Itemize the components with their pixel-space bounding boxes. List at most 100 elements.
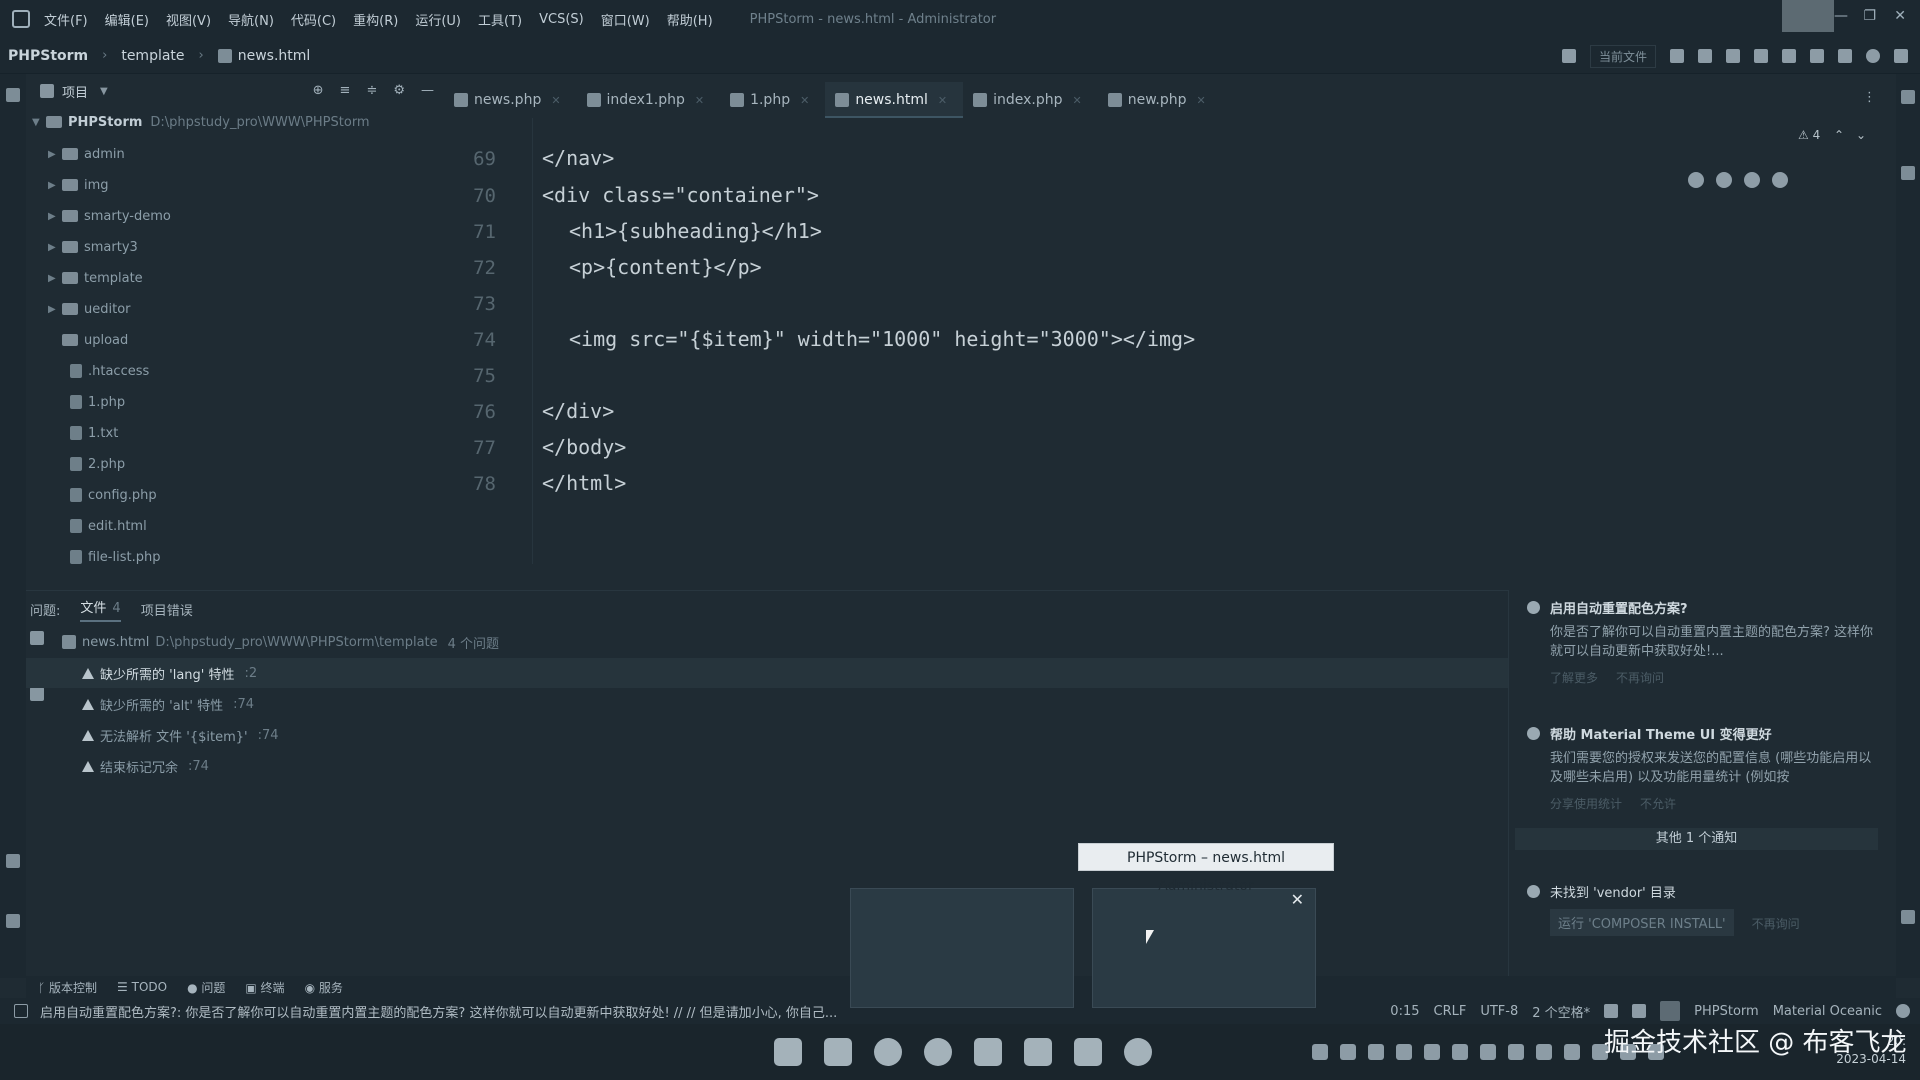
tree-folder[interactable]: ▶ ueditor bbox=[48, 295, 131, 323]
start-icon[interactable] bbox=[774, 1038, 802, 1066]
chevron-right-icon[interactable]: ▶ bbox=[48, 211, 62, 222]
chevron-down-icon[interactable]: ⌄ bbox=[1856, 128, 1866, 142]
chevron-right-icon[interactable]: ▶ bbox=[48, 242, 62, 253]
theme-icon[interactable] bbox=[1896, 1004, 1910, 1018]
status-toggle-icon[interactable] bbox=[14, 1004, 28, 1018]
inspection-widget[interactable]: ⚠ 4 ⌃ ⌄ bbox=[1798, 128, 1866, 142]
edge-browser-icon[interactable] bbox=[874, 1038, 902, 1066]
menu-run[interactable]: 运行(U) bbox=[415, 10, 461, 29]
hide-icon[interactable]: — bbox=[421, 83, 434, 98]
problem-item[interactable]: 无法解析 文件 '{$item}':74 bbox=[26, 720, 1508, 750]
chevron-right-icon[interactable]: ▶ bbox=[48, 149, 62, 160]
breadcrumb-folder[interactable]: template bbox=[121, 48, 184, 64]
tray-message-icon[interactable] bbox=[1536, 1044, 1552, 1060]
close-icon[interactable]: ✕ bbox=[800, 94, 809, 107]
window-preview-thumbnail[interactable] bbox=[850, 888, 1074, 1008]
menu-file[interactable]: 文件(F) bbox=[44, 10, 88, 29]
chevron-right-icon[interactable]: ▶ bbox=[48, 304, 62, 315]
menu-edit[interactable]: 编辑(E) bbox=[105, 10, 149, 29]
database-tool-icon[interactable] bbox=[1901, 90, 1915, 104]
tray-dots-icon[interactable] bbox=[1424, 1044, 1440, 1060]
tree-file[interactable]: config.php bbox=[70, 481, 157, 509]
more-tabs-icon[interactable]: ⋮ bbox=[1863, 90, 1876, 105]
close-icon[interactable]: ✕ bbox=[1291, 890, 1304, 909]
search-icon[interactable] bbox=[1838, 49, 1852, 63]
chevron-right-icon[interactable]: ▶ bbox=[48, 273, 62, 284]
window-preview-thumbnail[interactable] bbox=[1092, 888, 1316, 1008]
other-notifications-button[interactable]: 其他 1 个通知 bbox=[1515, 828, 1878, 850]
structure-tool-icon[interactable] bbox=[6, 914, 20, 928]
learn-more-link[interactable]: 了解更多 bbox=[1550, 671, 1598, 685]
close-window-icon[interactable]: ✕ bbox=[1894, 8, 1906, 24]
indent-setting[interactable]: 2 个空格* bbox=[1532, 1002, 1590, 1021]
cursor-position[interactable]: 0:15 bbox=[1390, 1004, 1419, 1019]
tree-folder[interactable]: ▶ smarty3 bbox=[48, 233, 138, 261]
tray-game-icon[interactable] bbox=[1368, 1044, 1384, 1060]
close-icon[interactable]: ✕ bbox=[551, 94, 560, 107]
tray-app-icon[interactable] bbox=[1480, 1044, 1496, 1060]
tree-file[interactable]: file-list.php bbox=[70, 543, 160, 571]
breadcrumb-project[interactable]: PHPStorm bbox=[8, 48, 88, 64]
close-icon[interactable]: ✕ bbox=[695, 94, 704, 107]
php-interpreter[interactable]: PHPStorm bbox=[1694, 1004, 1759, 1019]
problem-item[interactable]: 缺少所需的 'lang' 特性:2 bbox=[26, 658, 1508, 688]
tree-file[interactable]: 2.php bbox=[70, 450, 125, 478]
close-icon[interactable]: ✕ bbox=[938, 94, 947, 107]
tab-file-problems[interactable]: 文件 4 bbox=[80, 597, 121, 622]
tree-file[interactable]: 1.php bbox=[70, 388, 125, 416]
plugin-icon[interactable] bbox=[1894, 49, 1908, 63]
locate-icon[interactable]: ⊕ bbox=[313, 83, 324, 98]
expand-all-icon[interactable]: ≡ bbox=[340, 83, 351, 98]
problem-file-row[interactable]: news.html D:\phpstudy_pro\WWW\PHPStorm\t… bbox=[26, 627, 1508, 657]
tree-folder[interactable]: upload bbox=[62, 326, 128, 354]
firefox-icon[interactable] bbox=[1716, 172, 1732, 188]
menu-view[interactable]: 视图(V) bbox=[166, 10, 211, 29]
menu-help[interactable]: 帮助(H) bbox=[667, 10, 713, 29]
notes-icon[interactable] bbox=[974, 1038, 1002, 1066]
theme-name[interactable]: Material Oceanic bbox=[1773, 1004, 1882, 1019]
tab-index1-php[interactable]: index1.php ✕ bbox=[577, 82, 721, 118]
tree-file[interactable]: 1.txt bbox=[70, 419, 118, 447]
calculator-icon[interactable] bbox=[1024, 1038, 1052, 1066]
tray-shield-icon[interactable] bbox=[1340, 1044, 1356, 1060]
problem-item[interactable]: 缺少所需的 'alt' 特性:74 bbox=[26, 689, 1508, 719]
tab-1-php[interactable]: 1.php ✕ bbox=[720, 82, 825, 118]
tool-todo[interactable]: ☰ TODO bbox=[117, 980, 167, 994]
menu-tools[interactable]: 工具(T) bbox=[478, 10, 522, 29]
translate-icon[interactable] bbox=[1810, 49, 1824, 63]
debug-icon[interactable] bbox=[1698, 49, 1712, 63]
breadcrumb-file[interactable]: news.html bbox=[238, 48, 311, 64]
tree-folder[interactable]: ▶ admin bbox=[48, 140, 125, 168]
project-tool-icon[interactable] bbox=[6, 88, 20, 102]
file-encoding[interactable]: UTF-8 bbox=[1480, 1004, 1518, 1019]
tree-file[interactable]: .htaccess bbox=[70, 357, 149, 385]
menu-window[interactable]: 窗口(W) bbox=[601, 10, 650, 29]
project-panel-title[interactable]: 项目 bbox=[62, 82, 88, 101]
dont-ask-link[interactable]: 不再询问 bbox=[1616, 671, 1664, 685]
tool-services[interactable]: ◉ 服务 bbox=[305, 979, 343, 996]
status-message[interactable]: 启用自动重置配色方案?: 你是否了解你可以自动重置内置主题的配色方案? 这样你就… bbox=[40, 1002, 852, 1021]
tool-terminal[interactable]: ▣ 终端 bbox=[245, 979, 284, 996]
code-editor[interactable]: ⚠ 4 ⌃ ⌄ 69 </nav> 70 <div class="container… bbox=[444, 118, 1896, 564]
update-icon[interactable] bbox=[1866, 49, 1880, 63]
tree-folder[interactable]: ▶ template bbox=[48, 264, 143, 292]
minimize-icon[interactable]: — bbox=[1834, 8, 1848, 24]
tool-problems[interactable]: ● 问题 bbox=[187, 979, 225, 996]
tab-project-errors[interactable]: 项目错误 bbox=[141, 600, 193, 619]
user-icon[interactable] bbox=[1561, 49, 1576, 63]
phpstorm-taskbar-icon[interactable] bbox=[1074, 1038, 1102, 1066]
tray-app-icon[interactable] bbox=[1396, 1044, 1412, 1060]
stop-icon[interactable] bbox=[1782, 49, 1796, 63]
menu-code[interactable]: 代码(C) bbox=[291, 10, 336, 29]
chevron-up-icon[interactable]: ⌃ bbox=[1834, 128, 1844, 142]
close-icon[interactable]: ✕ bbox=[1196, 94, 1205, 107]
gear-icon[interactable]: ⚙ bbox=[393, 83, 405, 98]
tool-vcs[interactable]: ᚴ 版本控制 bbox=[38, 979, 97, 996]
tree-folder[interactable]: ▶ smarty-demo bbox=[48, 202, 171, 230]
tree-root[interactable]: ▼ PHPStorm D:\phpstudy_pro\WWW\PHPStorm bbox=[32, 108, 370, 136]
tab-new-php[interactable]: new.php ✕ bbox=[1098, 82, 1222, 118]
collapse-all-icon[interactable]: ≑ bbox=[366, 83, 377, 98]
profile-icon[interactable] bbox=[1754, 49, 1768, 63]
file-explorer-icon[interactable] bbox=[824, 1038, 852, 1066]
menu-navigate[interactable]: 导航(N) bbox=[228, 10, 274, 29]
